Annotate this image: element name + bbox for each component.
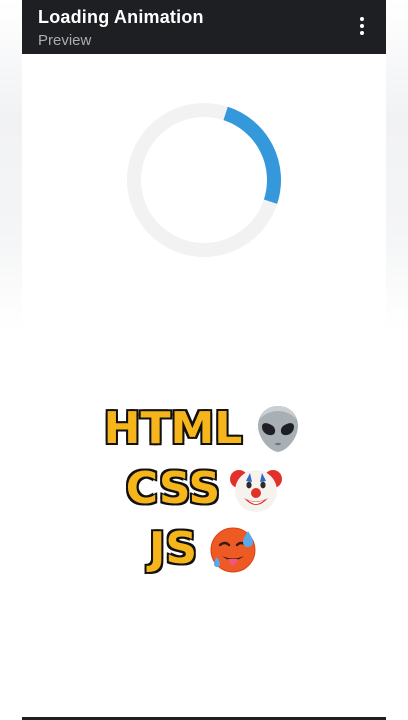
clown-face-icon [230, 470, 283, 512]
loading-spinner [127, 103, 281, 257]
app-subtitle: Preview [38, 32, 92, 49]
caption-line-html: HTML [102, 400, 305, 458]
caption-word-css: CSS [124, 463, 221, 514]
caption: HTML CSS JS [0, 400, 408, 578]
caption-line-js: JS [148, 520, 259, 578]
app-bar: Loading Animation Preview [22, 0, 386, 54]
right-gutter [386, 0, 408, 330]
hot-face-icon [210, 527, 256, 573]
alien-icon [258, 406, 299, 452]
caption-word-js: JS [148, 523, 199, 574]
caption-line-css: CSS [124, 460, 283, 518]
spinner-arc [127, 103, 281, 257]
caption-word-html: HTML [102, 403, 243, 454]
app-title: Loading Animation [38, 7, 204, 27]
more-vertical-icon[interactable] [350, 14, 374, 38]
preview-area [22, 54, 386, 330]
left-gutter [0, 0, 22, 330]
screen: Loading Animation Preview HTML CSS JS [0, 0, 408, 720]
